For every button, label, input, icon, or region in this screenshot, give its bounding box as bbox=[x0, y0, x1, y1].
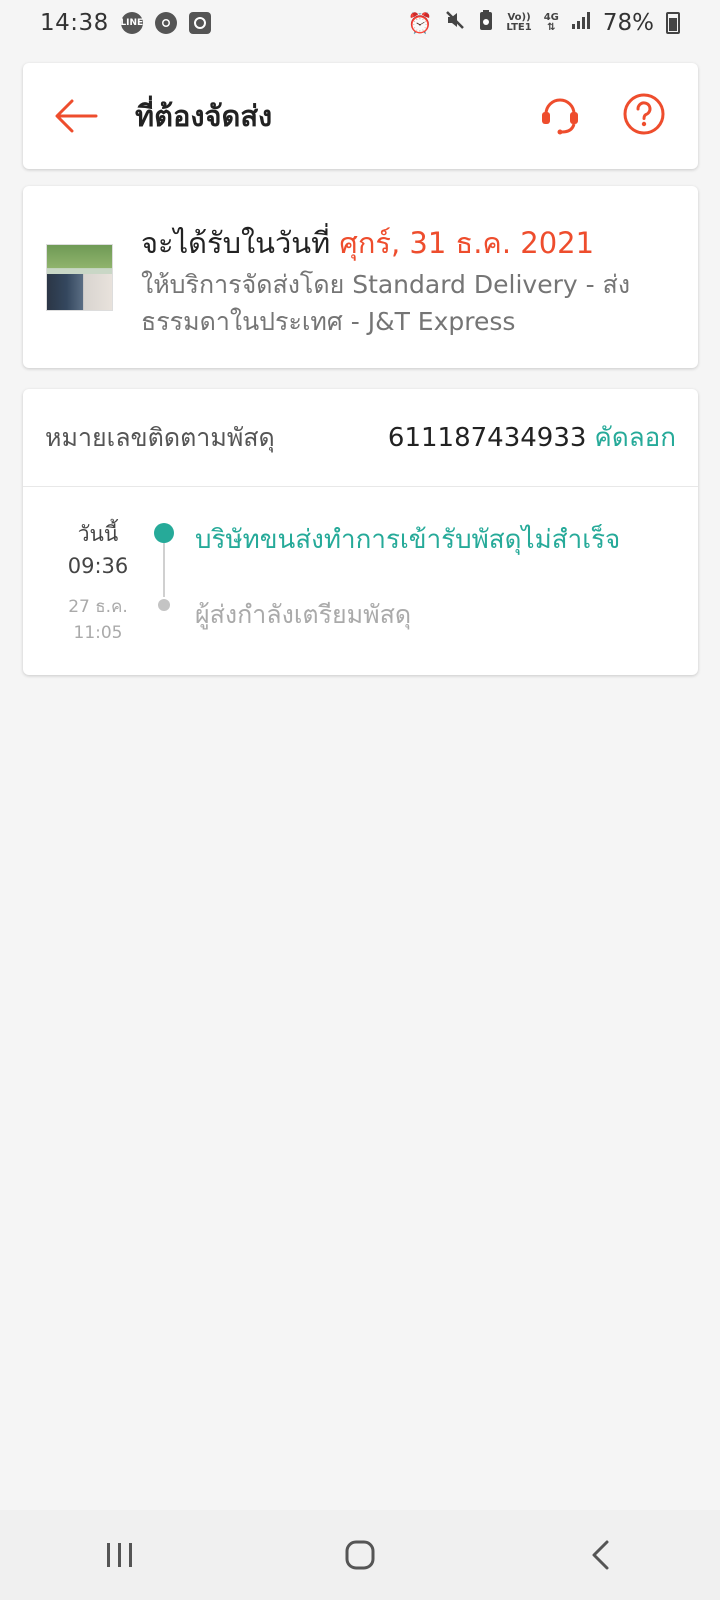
tracking-number: 611187434933 bbox=[387, 422, 587, 453]
timeline-active-dot bbox=[154, 523, 174, 543]
status-bar: 14:38 LINE ⏰ Vo)) LTE1 4G ⇅ 78% bbox=[0, 0, 720, 46]
home-button[interactable] bbox=[300, 1510, 420, 1600]
event-description: ผู้ส่งกำลังเตรียมพัสดุ bbox=[195, 600, 412, 629]
eta-prefix: จะได้รับในวันที่ bbox=[141, 226, 340, 260]
event-clock: 11:05 bbox=[73, 623, 123, 643]
event-description: บริษัทขนส่งทำการเข้ารับพัสดุไม่สำเร็จ bbox=[195, 525, 621, 555]
battery-icon bbox=[666, 12, 680, 34]
event-time: 27 ธ.ค. 11:05 bbox=[57, 594, 139, 646]
header-actions bbox=[538, 92, 666, 140]
tracking-label: หมายเลขติดตามพัสดุ bbox=[45, 422, 275, 452]
product-thumbnail bbox=[46, 244, 113, 311]
battery-saver-icon bbox=[478, 9, 494, 37]
battery-percent: 78% bbox=[602, 10, 654, 36]
network-gen: 4G bbox=[543, 12, 559, 23]
system-nav-bar bbox=[0, 1510, 720, 1600]
event-clock: 09:36 bbox=[67, 554, 129, 578]
estimated-delivery: จะได้รับในวันที่ ศุกร์, 31 ธ.ค. 2021 bbox=[141, 220, 594, 266]
network-lte: LTE1 bbox=[506, 22, 532, 33]
tracking-number-row: หมายเลขติดตามพัสดุ 611187434933 คัดลอก bbox=[23, 389, 698, 487]
line-icon: LINE bbox=[120, 12, 143, 34]
tracking-card: หมายเลขติดตามพัสดุ 611187434933 คัดลอก ว… bbox=[23, 389, 698, 675]
status-right-icons: ⏰ Vo)) LTE1 4G ⇅ 78% bbox=[407, 9, 680, 37]
chrome-icon bbox=[154, 12, 177, 34]
back-button[interactable] bbox=[31, 63, 121, 169]
network-indicator: Vo)) LTE1 bbox=[506, 13, 531, 33]
headset-icon bbox=[542, 98, 578, 135]
recent-apps-button[interactable] bbox=[60, 1510, 180, 1600]
timeline-connector bbox=[163, 543, 165, 597]
help-icon bbox=[623, 93, 665, 135]
eta-date: ศุกร์, 31 ธ.ค. 2021 bbox=[339, 226, 595, 260]
signal-icon bbox=[571, 10, 591, 36]
event-date: วันนี้ bbox=[77, 522, 119, 546]
shipping-service: ให้บริการจัดส่งโดย Standard Delivery - ส… bbox=[141, 270, 631, 336]
recent-apps-icon bbox=[107, 1543, 132, 1567]
back-arrow-icon bbox=[55, 99, 98, 133]
chat-support-button[interactable] bbox=[538, 92, 582, 140]
header-bar: ที่ต้องจัดส่ง bbox=[23, 63, 698, 169]
status-time: 14:38 bbox=[40, 10, 109, 36]
mute-icon bbox=[444, 9, 466, 37]
event-time: วันนี้ 09:36 bbox=[57, 518, 139, 582]
status-left-icons: LINE bbox=[120, 12, 211, 34]
back-icon bbox=[592, 1540, 609, 1570]
home-icon bbox=[345, 1540, 375, 1570]
back-nav-button[interactable] bbox=[540, 1510, 660, 1600]
page-title: ที่ต้องจัดส่ง bbox=[135, 99, 273, 133]
copy-button[interactable]: คัดลอก bbox=[594, 417, 676, 458]
screen-record-icon bbox=[188, 12, 211, 34]
help-button[interactable] bbox=[622, 92, 666, 140]
alarm-icon: ⏰ bbox=[407, 11, 433, 35]
data-indicator: 4G ⇅ bbox=[543, 12, 559, 33]
event-date: 27 ธ.ค. bbox=[68, 597, 128, 617]
delivery-info-card: จะได้รับในวันที่ ศุกร์, 31 ธ.ค. 2021 ให้… bbox=[23, 186, 698, 368]
timeline-dot bbox=[158, 599, 170, 611]
tracking-timeline: วันนี้ 09:36 บริษัทขนส่งทำการเข้ารับพัสด… bbox=[23, 487, 698, 673]
